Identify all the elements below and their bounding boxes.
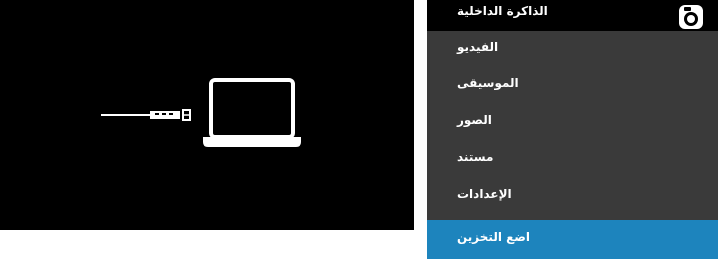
usb-connection-illustration — [101, 78, 301, 147]
storage-menu-panel: الذاكرة الداخلية الفيديو الموسيقى الصور … — [427, 0, 718, 259]
menu-item-storage-mode[interactable]: اضع التخزين — [427, 220, 718, 259]
storage-title: الذاكرة الداخلية — [457, 4, 548, 18]
menu-item-label: الصور — [457, 113, 492, 127]
menu-item-label: الفيديو — [457, 40, 499, 54]
menu-item-music[interactable]: الموسيقى — [427, 70, 718, 102]
menu-item-settings[interactable]: الإعدادات — [427, 181, 718, 213]
usb-plug-icon — [101, 109, 191, 121]
menu-item-document[interactable]: مستند — [427, 144, 718, 176]
storage-header: الذاكرة الداخلية — [427, 0, 718, 31]
menu-item-label: مستند — [457, 150, 494, 164]
camera-button[interactable] — [675, 1, 705, 31]
menu-item-photos[interactable]: الصور — [427, 107, 718, 139]
menu-item-label: اضع التخزين — [457, 230, 531, 244]
menu-item-video[interactable]: الفيديو — [427, 34, 718, 66]
storage-menu-list: الفيديو الموسيقى الصور مستند الإعدادات ا… — [427, 31, 718, 259]
usb-connection-screen — [0, 0, 414, 230]
camera-icon — [679, 5, 703, 29]
menu-item-label: الإعدادات — [457, 187, 512, 201]
laptop-icon — [203, 78, 301, 147]
menu-item-label: الموسيقى — [457, 76, 519, 90]
